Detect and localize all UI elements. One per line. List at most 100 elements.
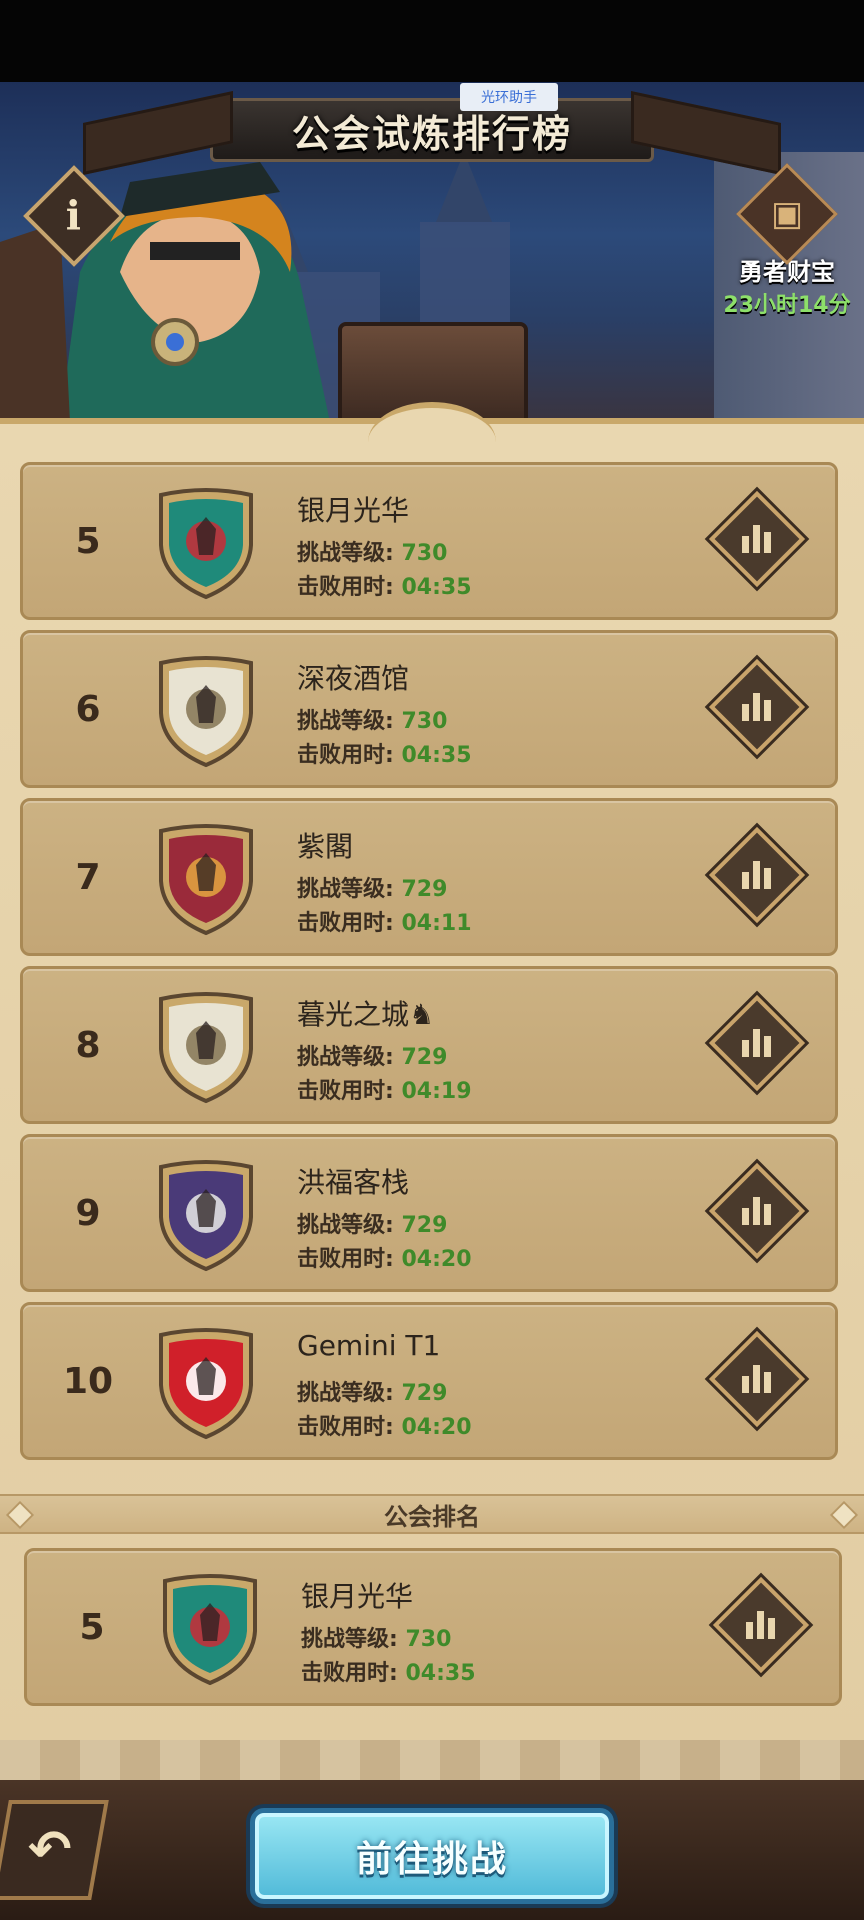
stats-chart-button[interactable] [708, 490, 806, 588]
challenge-level-value: 729 [401, 1045, 448, 1070]
challenge-level: 挑战等级: 729 [297, 1039, 447, 1071]
bar-chart-icon [742, 1365, 772, 1393]
info-icon: i [66, 192, 82, 240]
my-guild-row[interactable]: 5 银月光华 挑战等级: 730 击败用时: 04:35 [24, 1548, 842, 1706]
defeat-time: 击败用时: 04:19 [297, 1073, 472, 1105]
rank-number: 6 [75, 688, 101, 730]
defeat-time-value: 04:35 [401, 575, 472, 600]
rank-number: 5 [75, 520, 101, 562]
ranking-row[interactable]: 8 暮光之城♞ 挑战等级: 729 击败用时: 04:19 [20, 966, 838, 1124]
challenge-level: 挑战等级: 730 [301, 1621, 451, 1653]
defeat-time-value: 04:35 [401, 743, 472, 768]
guild-crest-icon [153, 991, 259, 1105]
rank-number: 10 [62, 1360, 114, 1402]
guild-name: Gemini T1 [297, 1329, 441, 1362]
bar-chart-icon [742, 861, 772, 889]
treasure-chest-icon: ▣ [736, 163, 838, 265]
ranking-row[interactable]: 10 Gemini T1 挑战等级: 729 击败用时: 04:20 [20, 1302, 838, 1460]
challenge-level-label: 挑战等级: [297, 1213, 394, 1238]
challenge-level-value: 730 [401, 541, 448, 566]
guild-name: 银月光华 [297, 494, 410, 527]
challenge-level-label: 挑战等级: [297, 877, 394, 902]
rank-number: 8 [75, 1024, 101, 1066]
panel-bottom-edge [0, 1740, 864, 1780]
helper-tag[interactable]: 光环助手 [460, 83, 558, 111]
defeat-time-value: 04:11 [401, 911, 472, 936]
guild-crest-icon [157, 1573, 263, 1687]
guild-name: 暮光之城♞ [297, 998, 435, 1031]
challenge-level: 挑战等级: 729 [297, 871, 447, 903]
challenge-level-value: 729 [401, 1213, 448, 1238]
bar-chart-icon [742, 1197, 772, 1225]
bar-chart-icon [742, 693, 772, 721]
defeat-time-label: 击败用时: [297, 1415, 394, 1440]
defeat-time-value: 04:20 [401, 1415, 472, 1440]
stats-chart-button[interactable] [708, 1162, 806, 1260]
rank-number: 9 [75, 1192, 101, 1234]
stats-chart-button[interactable] [708, 1330, 806, 1428]
divider-gem-left [5, 1500, 35, 1530]
guild-crest-icon [153, 487, 259, 601]
defeat-time-value: 04:20 [401, 1247, 472, 1272]
defeat-time-label: 击败用时: [297, 1079, 394, 1104]
challenge-level: 挑战等级: 729 [297, 1375, 447, 1407]
defeat-time-label: 击败用时: [297, 743, 394, 768]
guild-crest-icon [153, 655, 259, 769]
guild-name: 紫閣 [297, 830, 354, 863]
ranking-row[interactable]: 6 深夜酒馆 挑战等级: 730 击败用时: 04:35 [20, 630, 838, 788]
challenge-level-value: 729 [401, 1381, 448, 1406]
defeat-time: 击败用时: 04:20 [297, 1241, 472, 1273]
challenge-level: 挑战等级: 730 [297, 703, 447, 735]
treasure-timer: 23小时14分 [723, 293, 851, 318]
hero-treasure-button[interactable]: ▣ 勇者财宝 23小时14分 [722, 163, 852, 319]
guild-crest-icon [153, 1327, 259, 1441]
challenge-level: 挑战等级: 730 [297, 535, 447, 567]
stats-chart-button[interactable] [708, 826, 806, 924]
status-bar [0, 0, 864, 82]
bar-chart-icon [742, 1029, 772, 1057]
rank-number: 5 [79, 1606, 105, 1648]
guild-crest-icon [153, 823, 259, 937]
ranking-row[interactable]: 7 紫閣 挑战等级: 729 击败用时: 04:11 [20, 798, 838, 956]
defeat-time-label: 击败用时: [297, 575, 394, 600]
rank-number: 7 [75, 856, 101, 898]
defeat-time: 击败用时: 04:11 [297, 905, 472, 937]
defeat-time: 击败用时: 04:35 [297, 569, 472, 601]
guild-rank-divider: 公会排名 [0, 1494, 864, 1534]
challenge-level-label: 挑战等级: [297, 1045, 394, 1070]
section-label: 公会排名 [384, 1502, 480, 1531]
divider-gem-right [829, 1500, 859, 1530]
back-arrow-icon: ↶ [28, 1820, 72, 1880]
guild-crest-icon [153, 1159, 259, 1273]
defeat-time: 击败用时: 04:20 [297, 1409, 472, 1441]
defeat-time-label: 击败用时: [297, 1247, 394, 1272]
castle-spire [436, 152, 492, 222]
ranking-row[interactable]: 9 洪福客栈 挑战等级: 729 击败用时: 04:20 [20, 1134, 838, 1292]
go-challenge-button[interactable]: 前往挑战 [250, 1808, 614, 1904]
guild-name: 深夜酒馆 [297, 662, 410, 695]
defeat-time-label: 击败用时: [301, 1661, 398, 1686]
defeat-time-label: 击败用时: [297, 911, 394, 936]
ranking-row[interactable]: 5 银月光华 挑战等级: 730 击败用时: 04:35 [20, 462, 838, 620]
challenge-level-label: 挑战等级: [297, 1381, 394, 1406]
bar-chart-icon [746, 1611, 776, 1639]
defeat-time: 击败用时: 04:35 [301, 1655, 476, 1687]
challenge-level-label: 挑战等级: [297, 709, 394, 734]
defeat-time-value: 04:35 [405, 1661, 476, 1686]
bar-chart-icon [742, 525, 772, 553]
stats-chart-button[interactable] [712, 1576, 810, 1674]
guild-name: 洪福客栈 [297, 1166, 410, 1199]
challenge-level-value: 730 [401, 709, 448, 734]
back-button[interactable]: ↶ [0, 1800, 109, 1900]
defeat-time-value: 04:19 [401, 1079, 472, 1104]
defeat-time: 击败用时: 04:35 [297, 737, 472, 769]
stats-chart-button[interactable] [708, 994, 806, 1092]
challenge-level-label: 挑战等级: [301, 1627, 398, 1652]
guild-name: 银月光华 [301, 1580, 414, 1613]
go-challenge-label: 前往挑战 [355, 1839, 508, 1880]
challenge-level-value: 730 [405, 1627, 452, 1652]
challenge-level-value: 729 [401, 877, 448, 902]
challenge-level-label: 挑战等级: [297, 541, 394, 566]
stats-chart-button[interactable] [708, 658, 806, 756]
challenge-level: 挑战等级: 729 [297, 1207, 447, 1239]
